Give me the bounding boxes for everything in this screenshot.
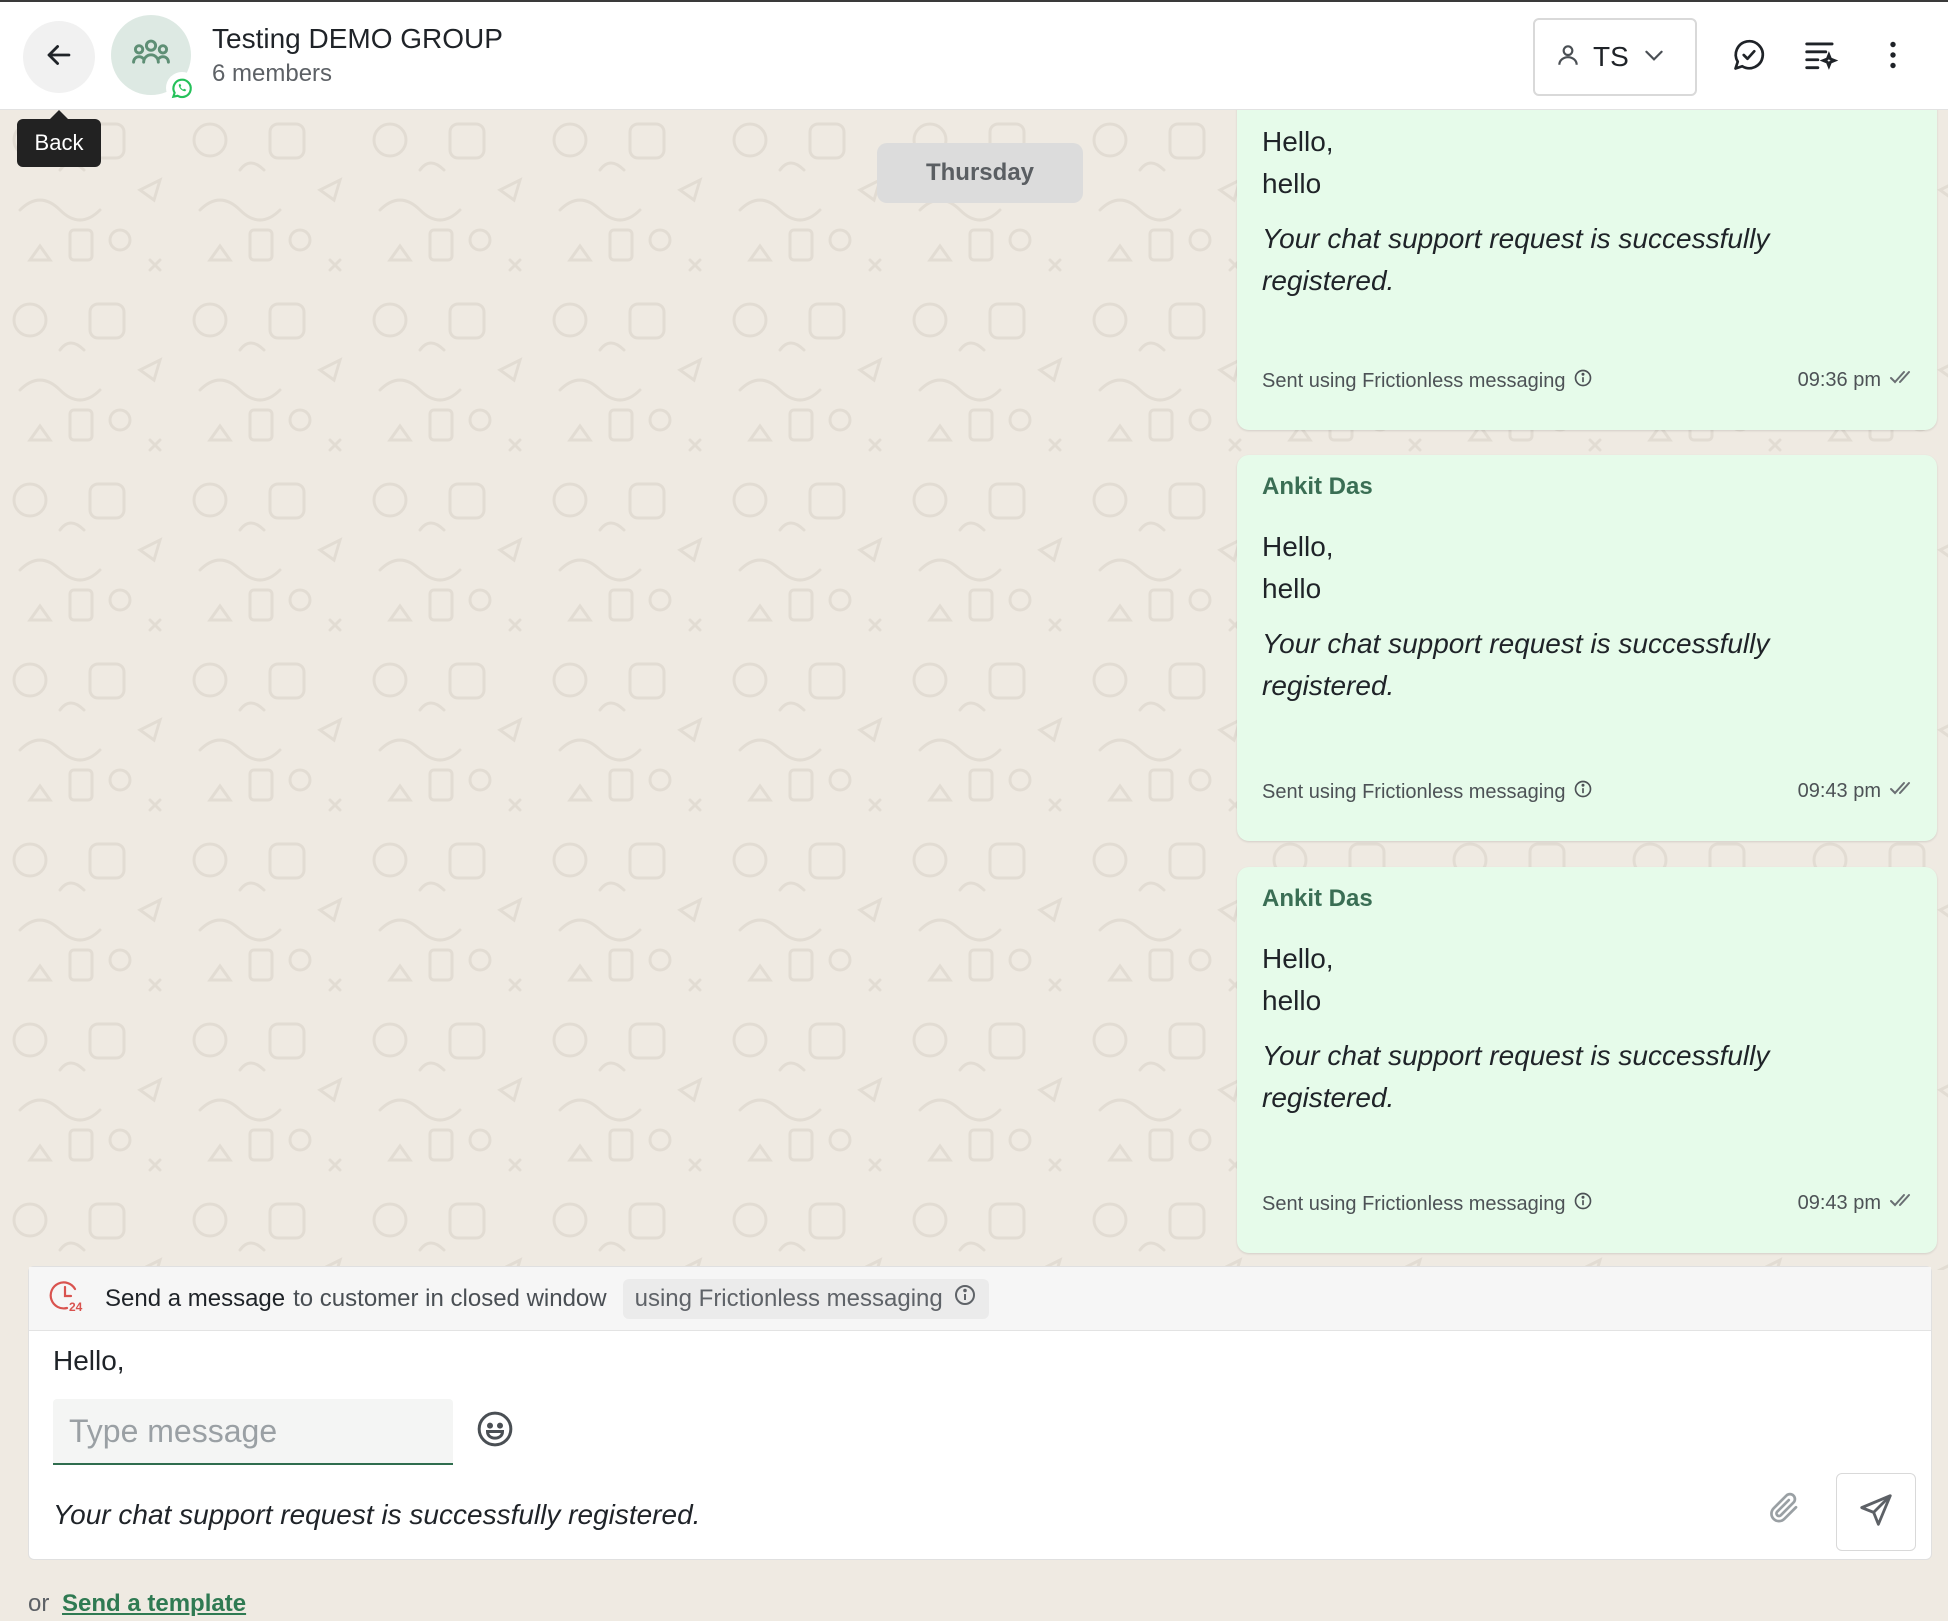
kebab-menu-icon [1875,37,1911,78]
message-input[interactable] [53,1399,453,1465]
attach-button[interactable] [1763,1489,1805,1531]
arrow-left-icon [42,38,76,77]
notice-strong-text: Send a message [105,1284,286,1312]
message-bubble[interactable]: Ankit Das Hello, hello Your chat support… [1237,455,1937,841]
double-check-icon [1889,779,1915,803]
frictionless-chip-label: using Frictionless messaging [634,1284,943,1312]
message-time: 09:43 pm [1798,1191,1915,1215]
chat-header: Testing DEMO GROUP 6 members TS [0,0,1948,110]
info-icon[interactable] [1573,368,1593,394]
message-footer: Sent using Frictionless messaging [1262,779,1593,805]
message-time: 09:36 pm [1798,368,1915,392]
info-icon[interactable] [1573,779,1593,805]
info-icon[interactable] [1573,1191,1593,1217]
message-italic-text: Your chat support request is successfull… [1262,628,1770,701]
message-line: Hello, [1262,943,1334,974]
svg-text:24: 24 [69,1300,83,1313]
group-title: Testing DEMO GROUP [212,23,503,54]
emoji-button[interactable] [473,1409,517,1453]
member-count: 6 members [212,60,333,87]
group-icon [129,31,173,80]
info-icon[interactable] [953,1283,977,1314]
send-template-link[interactable]: Send a template [62,1590,246,1617]
message-line: hello [1262,573,1322,604]
message-sender: Ankit Das [1262,473,1373,500]
chat-check-icon [1731,37,1767,78]
double-check-icon [1889,368,1915,392]
message-italic-text: Your chat support request is successfull… [1262,223,1770,296]
footer-label: Sent using Frictionless messaging [1262,780,1566,803]
chat-area[interactable]: Thursday Hello, hello Your chat support … [0,110,1948,1270]
or-label: or [28,1590,50,1617]
footer-label: Sent using Frictionless messaging [1262,369,1566,392]
message-composer: 24 Send a message to customer in closed … [28,1266,1932,1560]
template-greeting: Hello, [53,1345,125,1376]
message-bubble[interactable]: Hello, hello Your chat support request i… [1237,110,1937,430]
resolve-chat-button[interactable] [1728,36,1770,78]
notes-sparkle-icon [1802,36,1840,79]
whatsapp-icon [166,72,198,104]
closed-window-notice: 24 Send a message to customer in closed … [29,1267,1931,1331]
emoji-smile-icon [475,1409,515,1454]
assignee-dropdown[interactable]: TS [1533,18,1697,96]
template-alternative: or Send a template [28,1590,246,1618]
message-line: hello [1262,168,1322,199]
paperclip-icon [1766,1490,1802,1531]
message-time: 09:43 pm [1798,779,1915,803]
message-line: hello [1262,985,1322,1016]
message-footer: Sent using Frictionless messaging [1262,368,1593,394]
message-bubble[interactable]: Ankit Das Hello, hello Your chat support… [1237,867,1937,1253]
frictionless-chip[interactable]: using Frictionless messaging [622,1278,989,1319]
time-label: 09:36 pm [1797,368,1881,391]
notes-button[interactable] [1800,36,1842,78]
message-sender: Ankit Das [1262,885,1373,912]
send-icon [1857,1491,1895,1534]
message-line: Hello, [1262,126,1334,157]
double-check-icon [1889,1191,1915,1215]
message-line: Hello, [1262,531,1334,562]
message-footer: Sent using Frictionless messaging [1262,1191,1593,1217]
user-icon [1555,42,1581,73]
back-button[interactable] [23,21,95,93]
time-label: 09:43 pm [1797,1191,1881,1214]
chevron-down-icon [1641,42,1667,73]
message-italic-text: Your chat support request is successfull… [1262,1040,1770,1113]
back-tooltip: Back [17,110,101,167]
notice-muted-text: to customer in closed window [293,1284,607,1312]
template-footer-text: Your chat support request is successfull… [53,1499,701,1530]
footer-label: Sent using Frictionless messaging [1262,1192,1566,1215]
clock-24h-icon: 24 [49,1279,87,1318]
date-separator: Thursday [877,143,1083,203]
more-options-button[interactable] [1872,36,1914,78]
assignee-initials: TS [1593,41,1629,72]
time-label: 09:43 pm [1797,779,1881,802]
send-button[interactable] [1836,1473,1916,1551]
